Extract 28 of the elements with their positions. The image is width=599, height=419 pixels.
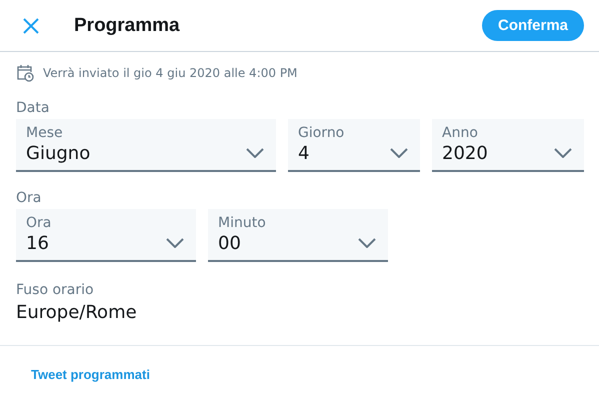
close-icon[interactable] xyxy=(22,16,40,34)
chevron-down-icon xyxy=(390,148,408,158)
timezone-label: Fuso orario xyxy=(15,281,95,298)
field-value: 00 xyxy=(218,232,241,256)
dropdown-field[interactable]: Giorno 4 xyxy=(288,119,420,172)
field-label: Giorno xyxy=(298,124,344,142)
section-label: Ora xyxy=(15,189,42,206)
chevron-down-icon xyxy=(358,238,376,248)
field-label: Mese xyxy=(26,124,63,142)
dropdown-field[interactable]: Mese Giugno xyxy=(16,119,276,172)
chevron-down-icon xyxy=(554,148,572,158)
dropdown-field[interactable]: Minuto 00 xyxy=(208,209,388,262)
field-label: Anno xyxy=(442,124,478,142)
field-value: Giugno xyxy=(26,142,90,166)
timezone-value: Europe/Rome xyxy=(15,301,138,323)
chevron-down-icon xyxy=(246,148,264,158)
field-label: Minuto xyxy=(218,214,266,232)
dialog-title: Programma xyxy=(74,14,181,36)
field-label: Ora xyxy=(26,214,52,232)
dropdown-field[interactable]: Ora 16 xyxy=(16,209,196,262)
calendar-clock-icon xyxy=(16,64,34,82)
field-value: 2020 xyxy=(442,142,488,166)
dropdown-field[interactable]: Anno 2020 xyxy=(432,119,584,172)
section-label: Data xyxy=(15,99,50,116)
chevron-down-icon xyxy=(166,238,184,248)
field-value: 16 xyxy=(26,232,49,256)
field-value: 4 xyxy=(298,142,310,166)
schedule-note: Verrà inviato il gio 4 giu 2020 alle 4:00 PM xyxy=(43,66,298,80)
